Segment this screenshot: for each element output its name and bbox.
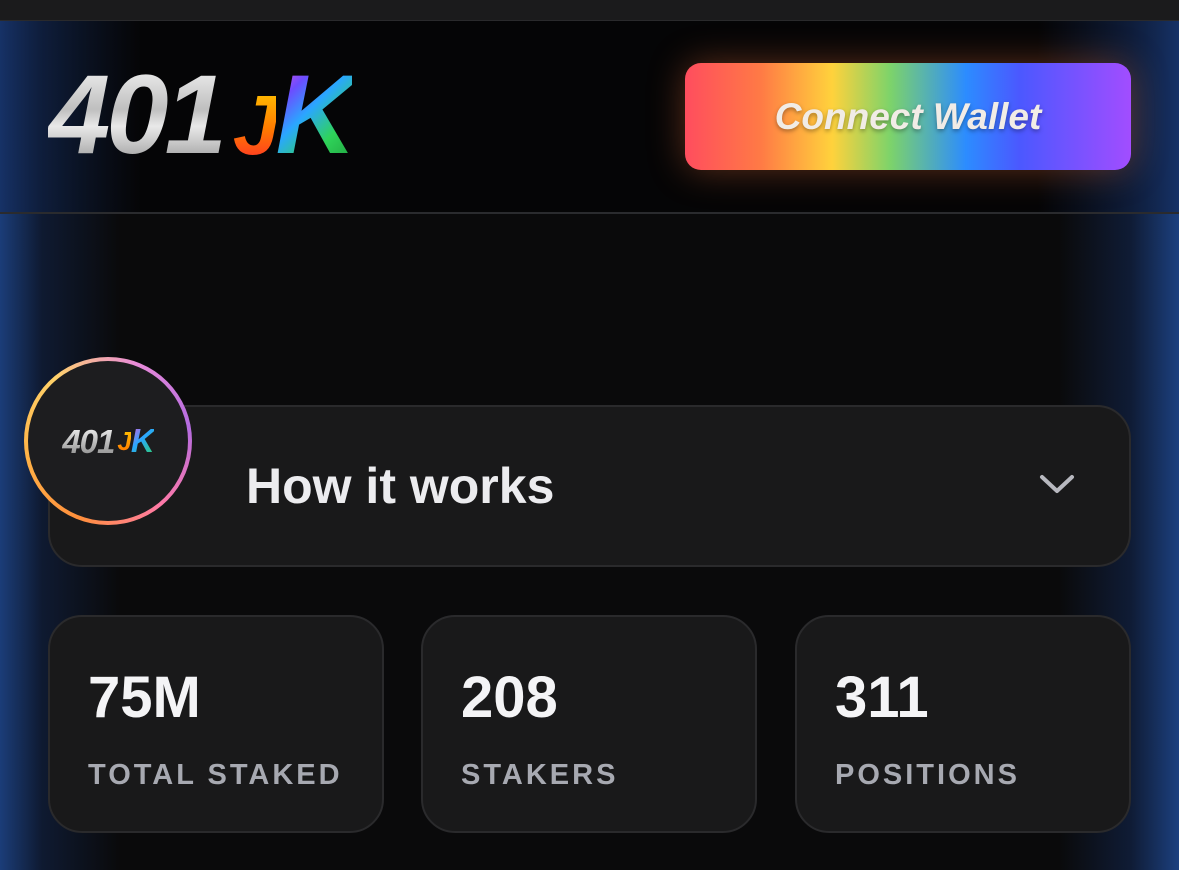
stat-card-total-staked: 75M TOTAL STAKED xyxy=(48,615,384,833)
stat-value: 311 xyxy=(835,665,929,730)
stat-value: 75M xyxy=(88,665,201,730)
connect-wallet-label: Connect Wallet xyxy=(774,95,1042,137)
avatar-logo-number: 401 xyxy=(62,422,115,460)
stat-card-stakers: 208 STAKERS xyxy=(421,615,757,833)
chevron-down-icon[interactable] xyxy=(1039,473,1075,495)
brand-logo[interactable]: 401 J K xyxy=(48,52,357,177)
how-it-works-title: How it works xyxy=(246,458,555,514)
avatar-logo-k: K xyxy=(130,422,155,459)
avatar-logo: 401 J K xyxy=(28,361,188,521)
stat-card-positions: 311 POSITIONS xyxy=(795,615,1131,833)
stat-value: 208 xyxy=(461,665,558,730)
logo-j: J xyxy=(232,78,280,172)
browser-top-strip xyxy=(0,0,1179,21)
avatar: 401 J K xyxy=(24,357,192,525)
logo-k: K xyxy=(275,52,357,177)
page: 401 J K Connect Wallet How it works 401 … xyxy=(0,0,1179,870)
stat-label: POSITIONS xyxy=(835,759,1020,791)
stat-label: STAKERS xyxy=(461,759,619,791)
header: 401 J K Connect Wallet xyxy=(0,21,1179,214)
stat-label: TOTAL STAKED xyxy=(88,759,343,791)
avatar-logo-j: J xyxy=(117,425,132,456)
how-it-works-accordion[interactable]: How it works xyxy=(48,405,1131,567)
connect-wallet-button[interactable]: Connect Wallet xyxy=(685,63,1131,170)
logo-number: 401 xyxy=(48,52,227,177)
